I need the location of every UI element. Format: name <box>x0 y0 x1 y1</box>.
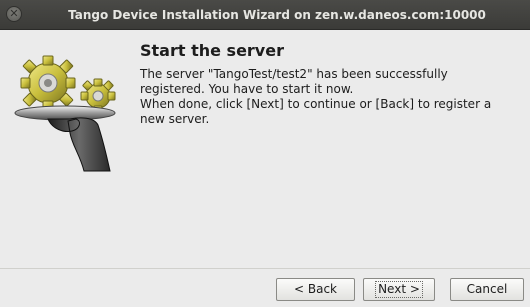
large-gear-icon <box>20 55 76 111</box>
wizard-window: ✕ Tango Device Installation Wizard on ze… <box>0 0 530 307</box>
close-button[interactable]: ✕ <box>6 6 22 22</box>
cancel-button[interactable]: Cancel <box>450 278 524 301</box>
title-bar[interactable]: ✕ Tango Device Installation Wizard on ze… <box>0 0 530 30</box>
message-line: The server "TangoTest/test2" has been su… <box>140 67 448 81</box>
message-line: registered. You have to start it now. <box>140 82 354 96</box>
wizard-content: Start the server The server "TangoTest/t… <box>0 30 530 268</box>
wizard-footer: < Back Next > Cancel <box>0 268 530 307</box>
close-icon[interactable]: ✕ <box>7 7 21 21</box>
message-line: new server. <box>140 112 210 126</box>
message-line: When done, click [Next] to continue or [… <box>140 97 492 111</box>
back-button[interactable]: < Back <box>276 278 355 301</box>
tray-icon <box>14 105 116 121</box>
hand-icon <box>47 117 111 172</box>
next-button-label: Next > <box>375 281 423 298</box>
gears-on-tray-illustration <box>14 55 116 172</box>
next-button[interactable]: Next > <box>363 278 435 301</box>
window-title: Tango Device Installation Wizard on zen.… <box>68 8 486 22</box>
page-message: The server "TangoTest/test2" has been su… <box>140 67 520 127</box>
page-title: Start the server <box>140 41 284 60</box>
